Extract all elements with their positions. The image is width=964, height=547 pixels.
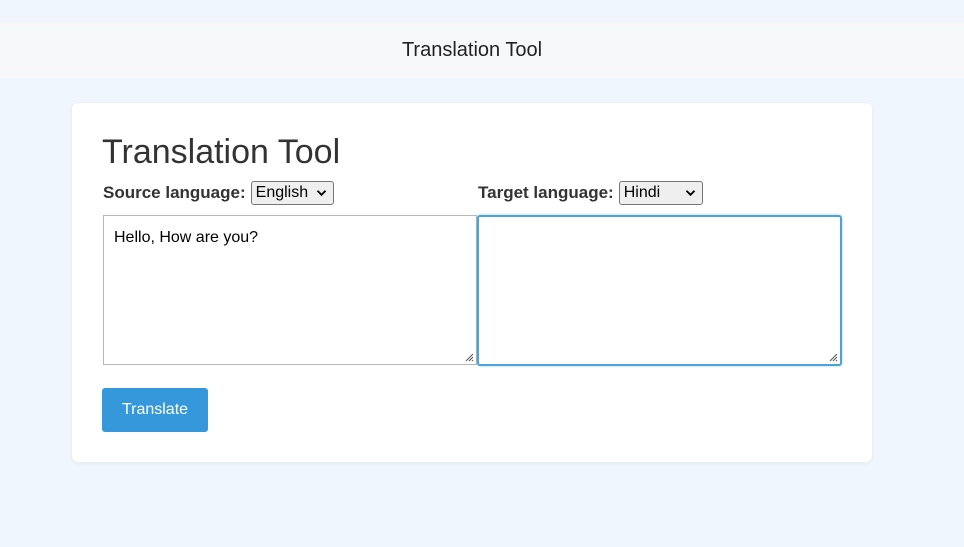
translate-button[interactable]: Translate [102,388,208,432]
header-title: Translation Tool [401,38,543,61]
top-bar: Translation Tool [0,22,964,78]
resize-grip-icon[interactable] [464,352,474,362]
source-text-value: Hello, How are you? [114,229,259,246]
target-language-group: Target language: Hindi [478,181,703,205]
source-language-group: Source language: English [103,181,334,205]
target-language-value: Hindi [623,184,661,201]
translation-card: Translation Tool Source language: Englis… [72,103,872,462]
chevron-down-icon [685,190,695,197]
source-language-value: English [255,184,309,201]
resize-grip-icon[interactable] [828,352,838,362]
page-title: Translation Tool [102,133,341,171]
source-language-select[interactable]: English [250,181,334,205]
target-language-select[interactable]: Hindi [618,181,703,205]
source-text-input[interactable]: Hello, How are you? [103,215,477,365]
target-language-label: Target language: [478,183,614,202]
target-text-output[interactable] [477,215,842,366]
chevron-down-icon [316,190,326,197]
source-language-label: Source language: [103,183,246,202]
